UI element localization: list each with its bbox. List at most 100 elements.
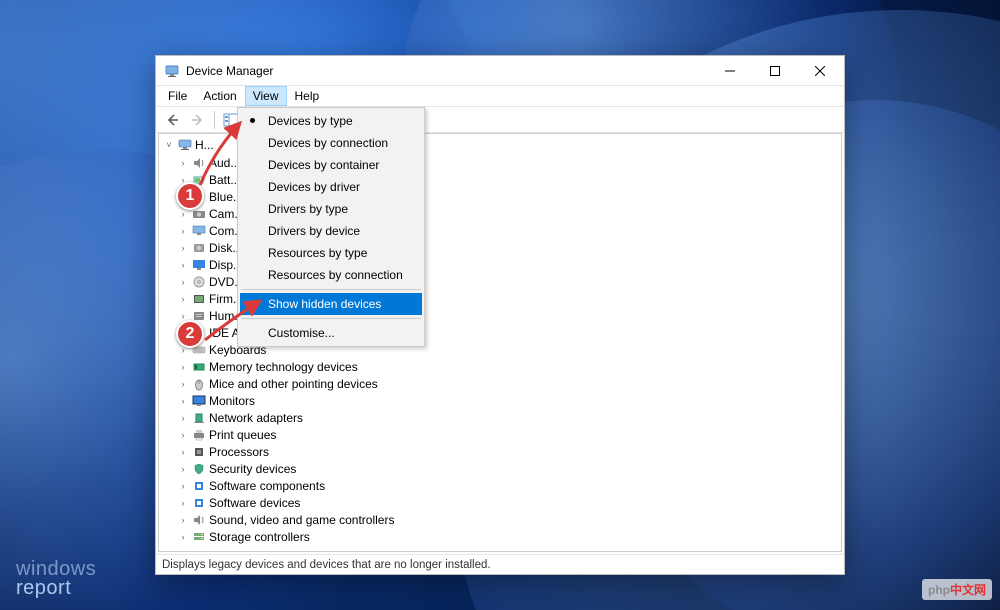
- statusbar: Displays legacy devices and devices that…: [156, 554, 844, 574]
- menu-drivers-by-type[interactable]: Drivers by type: [240, 198, 422, 220]
- menu-devices-by-connection[interactable]: Devices by connection: [240, 132, 422, 154]
- tree-node[interactable]: ›Monitors: [159, 392, 841, 409]
- processor-icon: [191, 444, 207, 460]
- watermark-cn-text: 中文网: [950, 583, 986, 597]
- watermark-php: php: [928, 583, 950, 597]
- titlebar[interactable]: Device Manager: [156, 56, 844, 86]
- expand-icon[interactable]: ›: [177, 515, 189, 525]
- back-button[interactable]: [160, 109, 184, 131]
- toolbar-separator: [214, 111, 215, 129]
- minimize-button[interactable]: [707, 57, 752, 85]
- menu-resources-by-connection[interactable]: Resources by connection: [240, 264, 422, 286]
- menu-item-label: Devices by type: [268, 114, 353, 128]
- expand-icon[interactable]: ›: [177, 294, 189, 304]
- tree-root-label: H...: [195, 138, 214, 152]
- network-icon: [191, 410, 207, 426]
- tree-node[interactable]: ›Processors: [159, 443, 841, 460]
- disk-icon: [191, 240, 207, 256]
- expand-icon[interactable]: ›: [177, 226, 189, 236]
- menubar: File Action View Help: [156, 86, 844, 107]
- tree-node[interactable]: › Storage controllers: [159, 528, 841, 545]
- menu-drivers-by-device[interactable]: Drivers by device: [240, 220, 422, 242]
- expand-icon[interactable]: ›: [177, 464, 189, 474]
- statusbar-text: Displays legacy devices and devices that…: [162, 559, 491, 571]
- badge-text: 2: [186, 325, 195, 343]
- menu-item-label: Drivers by device: [268, 224, 360, 238]
- forward-button[interactable]: [186, 109, 210, 131]
- security-icon: [191, 461, 207, 477]
- monitor-icon: [191, 393, 207, 409]
- tree-node-label: Print queues: [209, 428, 276, 442]
- tree-node[interactable]: › Network adapters: [159, 409, 841, 426]
- tree-node-label: Software components: [209, 479, 325, 493]
- expand-icon[interactable]: ›: [177, 311, 189, 321]
- badge-text: 1: [186, 187, 195, 205]
- expand-icon[interactable]: ›: [177, 243, 189, 253]
- expand-icon[interactable]: ›: [177, 396, 189, 406]
- menu-action[interactable]: Action: [195, 86, 244, 106]
- bullet-icon: [250, 118, 255, 123]
- computer-icon: [191, 223, 207, 239]
- device-manager-window: Device Manager File Action View Help ? ˅…: [155, 55, 845, 575]
- expand-icon[interactable]: ›: [177, 481, 189, 491]
- expand-icon[interactable]: ›: [177, 430, 189, 440]
- computer-icon: [177, 137, 193, 153]
- expand-icon[interactable]: ›: [177, 158, 189, 168]
- menu-view[interactable]: View: [245, 86, 287, 106]
- expand-icon[interactable]: ›: [177, 379, 189, 389]
- menu-separator: [241, 289, 421, 290]
- menu-devices-by-type[interactable]: Devices by type: [240, 110, 422, 132]
- app-icon: [164, 63, 180, 79]
- mouse-icon: [191, 376, 207, 392]
- expand-icon[interactable]: ›: [177, 260, 189, 270]
- tree-node-label: Mice and other pointing devices: [209, 377, 378, 391]
- expand-icon[interactable]: ›: [177, 413, 189, 423]
- tree-node[interactable]: › Software components: [159, 477, 841, 494]
- expand-icon[interactable]: ›: [177, 447, 189, 457]
- menu-item-label: Devices by driver: [268, 180, 360, 194]
- phpcn-watermark: php中文网: [922, 579, 992, 600]
- storage-icon: [191, 529, 207, 545]
- dvd-icon: [191, 274, 207, 290]
- firmware-icon: [191, 291, 207, 307]
- menu-show-hidden-devices[interactable]: Show hidden devices: [240, 293, 422, 315]
- menu-item-label: Devices by connection: [268, 136, 388, 150]
- expand-icon[interactable]: ›: [177, 277, 189, 287]
- tree-node[interactable]: › Mice and other pointing devices: [159, 375, 841, 392]
- annotation-badge-2: 2: [176, 320, 204, 348]
- tree-node[interactable]: › Print queues: [159, 426, 841, 443]
- tree-node[interactable]: ›Memory technology devices: [159, 358, 841, 375]
- menu-item-label: Devices by container: [268, 158, 379, 172]
- expand-icon[interactable]: ›: [177, 498, 189, 508]
- tree-node[interactable]: › Security devices: [159, 460, 841, 477]
- menu-devices-by-container[interactable]: Devices by container: [240, 154, 422, 176]
- software-icon: [191, 495, 207, 511]
- menu-customise[interactable]: Customise...: [240, 322, 422, 344]
- tree-node-label: Batt...: [209, 173, 240, 187]
- close-button[interactable]: [797, 57, 842, 85]
- expand-icon[interactable]: ›: [177, 209, 189, 219]
- collapse-icon[interactable]: ˅: [163, 140, 175, 150]
- menu-item-label: Show hidden devices: [268, 297, 381, 311]
- window-title: Device Manager: [186, 64, 707, 78]
- menu-resources-by-type[interactable]: Resources by type: [240, 242, 422, 264]
- tree-node-label: Storage controllers: [209, 530, 310, 544]
- tree-node-label: Security devices: [209, 462, 296, 476]
- tree-node-label: Network adapters: [209, 411, 303, 425]
- tree-node-label: Aud...: [209, 156, 240, 170]
- expand-icon[interactable]: ›: [177, 362, 189, 372]
- menu-devices-by-driver[interactable]: Devices by driver: [240, 176, 422, 198]
- menu-item-label: Drivers by type: [268, 202, 348, 216]
- tree-node[interactable]: ›Sound, video and game controllers: [159, 511, 841, 528]
- tree-node[interactable]: ›Software devices: [159, 494, 841, 511]
- software-icon: [191, 478, 207, 494]
- windowsreport-watermark: windows report: [16, 560, 96, 598]
- maximize-button[interactable]: [752, 57, 797, 85]
- sound-icon: [191, 512, 207, 528]
- menu-item-label: Resources by type: [268, 246, 367, 260]
- menu-file[interactable]: File: [160, 86, 195, 106]
- expand-icon[interactable]: ›: [177, 532, 189, 542]
- menu-item-label: Customise...: [268, 326, 335, 340]
- menu-help[interactable]: Help: [287, 86, 328, 106]
- display-icon: [191, 257, 207, 273]
